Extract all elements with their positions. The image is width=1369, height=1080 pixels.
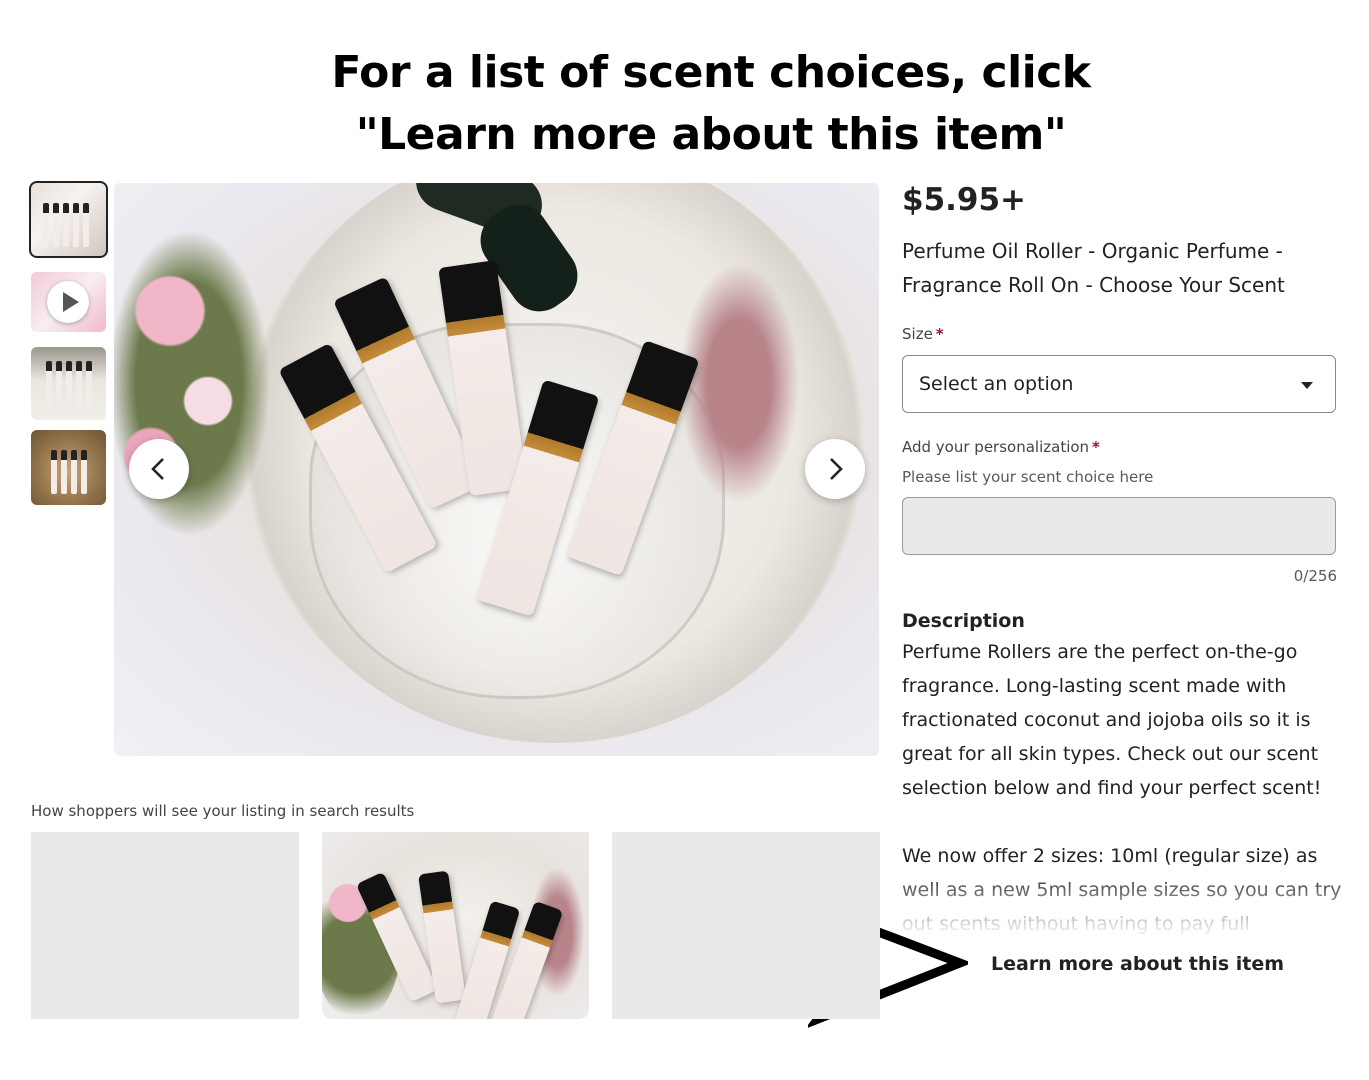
previous-image-button[interactable] xyxy=(129,439,189,499)
search-preview-caption: How shoppers will see your listing in se… xyxy=(31,802,415,820)
personalization-label: Add your personalization xyxy=(902,438,1090,456)
search-placeholder-card xyxy=(31,832,299,1019)
chevron-right-icon xyxy=(830,458,843,480)
price: $5.95+ xyxy=(902,182,1027,218)
caret-down-icon xyxy=(1301,382,1313,389)
main-product-image xyxy=(114,183,879,756)
thumbnail-bottles xyxy=(43,203,93,251)
required-marker: * xyxy=(935,325,944,343)
chevron-left-icon xyxy=(151,458,164,480)
thumbnail-bottles xyxy=(46,361,96,409)
search-preview-card xyxy=(322,832,589,1019)
required-marker: * xyxy=(1092,438,1100,456)
next-image-button[interactable] xyxy=(805,439,865,499)
banner-line-1: For a list of scent choices, click xyxy=(331,47,1091,98)
size-label-row: Size * xyxy=(902,325,944,343)
character-counter: 0/256 xyxy=(1293,567,1337,585)
personalization-input[interactable] xyxy=(902,497,1336,555)
dried-stem-decoration xyxy=(674,253,804,513)
personalization-label-row: Add your personalization * xyxy=(902,438,1100,456)
thumbnail-bottles xyxy=(51,450,91,498)
learn-more-link[interactable]: Learn more about this item xyxy=(991,953,1284,975)
thumbnail-1[interactable] xyxy=(29,181,108,258)
description-paragraph-1: Perfume Rollers are the perfect on-the-g… xyxy=(902,641,1322,799)
thumbnail-4[interactable] xyxy=(31,430,106,505)
banner-line-2: "Learn more about this item" xyxy=(355,109,1067,160)
description-heading: Description xyxy=(902,610,1025,632)
instruction-banner: For a list of scent choices, click "Lear… xyxy=(0,42,1369,166)
size-select[interactable]: Select an option xyxy=(902,355,1336,413)
play-icon xyxy=(47,281,89,323)
size-label: Size xyxy=(902,325,933,343)
personalization-helper: Please list your scent choice here xyxy=(902,468,1154,486)
size-select-value: Select an option xyxy=(919,373,1074,395)
listing-title: Perfume Oil Roller - Organic Perfume - F… xyxy=(902,239,1285,297)
thumbnail-3[interactable] xyxy=(31,347,106,420)
search-placeholder-card xyxy=(612,832,880,1019)
thumbnail-video[interactable] xyxy=(31,272,106,332)
flower-decoration xyxy=(114,203,284,563)
